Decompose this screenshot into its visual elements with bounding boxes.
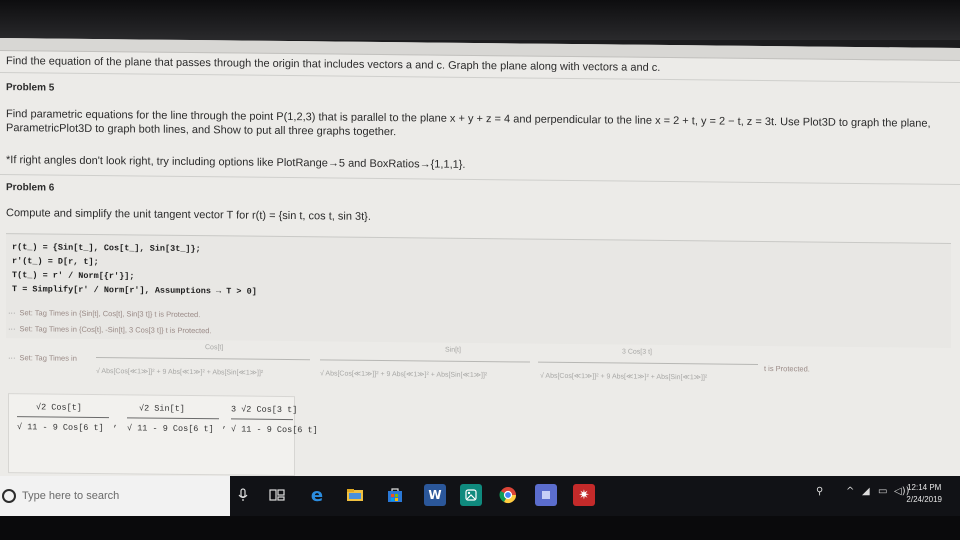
file-explorer-icon[interactable] [344,484,366,506]
cell-divider [0,174,960,186]
clock-time: 12:14 PM [907,483,942,492]
network-icon[interactable]: ◢ [862,486,870,497]
problem4-instruction: Find the equation of the plane that pass… [6,55,661,74]
message-3-prefix: ··· Set: Tag Times in [8,353,77,363]
hint-text: *If right angles don't look right, try i… [6,154,466,171]
chrome-icon[interactable] [497,484,519,506]
fraction-bar [127,417,219,420]
output-numerator-2: √2 Sin[t] [139,403,185,414]
output-denominator-3: √ 11 - 9 Cos[6 t] [231,424,318,436]
chevron-up-icon[interactable]: ^ [846,486,854,497]
message-3-denominator-2: √ Abs[Cos[≪1≫]]² + 9 Abs[≪1≫]² + Abs[Sin… [320,370,488,380]
message-3-numerator-3: 3 Cos[3 t] [622,348,652,356]
message-1: ··· Set: Tag Times in {Sin[t], Cos[t], Si… [8,308,201,320]
message-dots-icon[interactable]: ··· [8,308,16,317]
cell-divider [0,72,960,84]
code-line-1[interactable]: r(t_) = {Sin[t_], Cos[t_], Sin[3t_]}; [12,242,201,254]
message-3-numerator-2: Sin[t] [445,346,461,354]
output-denominator-2: √ 11 - 9 Cos[6 t] [127,423,214,435]
problem5-text-line2: ParametricPlot3D to graph both lines, an… [6,122,397,139]
output-denominator-1: √ 11 - 9 Cos[6 t] [17,422,104,434]
people-icon[interactable]: ⚲ [816,486,823,497]
output-cell[interactable]: √2 Cos[t] √2 Sin[t] 3 √2 Cos[3 t] , , √ … [8,393,318,477]
problem6-heading: Problem 6 [6,182,55,194]
photos-icon[interactable] [460,484,482,506]
fraction-bar [538,361,758,365]
mathematica-notebook: Find the equation of the plane that pass… [0,38,960,489]
app-icon[interactable] [535,484,557,506]
word-icon[interactable]: W [424,484,446,506]
code-line-2[interactable]: r'(t_) = D[r, t]; [12,256,99,267]
microphone-icon[interactable] [232,484,254,506]
fraction-bar [320,359,530,363]
problem5-heading: Problem 5 [6,82,55,94]
battery-icon[interactable]: ▭ [878,486,887,497]
input-cell[interactable]: r(t_) = {Sin[t_], Cos[t_], Sin[3t_]}; r'… [6,233,951,348]
output-numerator-3: 3 √2 Cos[3 t] [231,404,298,416]
settings-gear-icon[interactable]: ✷ [573,484,595,506]
monitor-bezel [0,0,960,40]
edge-icon[interactable]: e [306,484,328,506]
search-icon [2,489,16,503]
taskbar-search-box[interactable]: Type here to search [0,476,230,516]
message-3-denominator-3: √ Abs[Cos[≪1≫]]² + 9 Abs[≪1≫]² + Abs[Sin… [540,372,708,382]
task-view-icon[interactable] [266,484,288,506]
monitor-bezel [0,516,960,540]
store-icon[interactable] [384,484,406,506]
taskbar: Type here to search e W ✷ ⚲ ^ ◢ ▭ ◁)) 12… [0,476,960,516]
fraction-bar [231,418,293,421]
code-line-3[interactable]: T(t_) = r' / Norm[{r'}]; [12,270,134,281]
system-clock[interactable]: 12:14 PM 2/24/2019 [906,482,942,506]
output-comma: , [222,420,228,431]
search-input[interactable]: Type here to search [22,490,119,502]
message-2: ··· Set: Tag Times in {Cos[t], -Sin[t], 3… [8,324,212,336]
message-dots-icon[interactable]: ··· [8,324,16,333]
message-3-suffix: t is Protected. [764,364,810,374]
message-dots-icon[interactable]: ··· [8,353,16,362]
fraction-bar [96,357,310,361]
problem6-text: Compute and simplify the unit tangent ve… [6,207,371,223]
fraction-bar [17,416,109,419]
code-line-4[interactable]: T = Simplify[r' / Norm[r'], Assumptions … [12,284,257,297]
message-3-denominator-1: √ Abs[Cos[≪1≫]]² + 9 Abs[≪1≫]² + Abs[Sin… [96,368,264,377]
output-numerator-1: √2 Cos[t] [36,402,82,413]
clock-date: 2/24/2019 [906,495,942,504]
output-comma: , [113,419,119,430]
message-3-numerator-1: Cos[t] [205,344,224,352]
